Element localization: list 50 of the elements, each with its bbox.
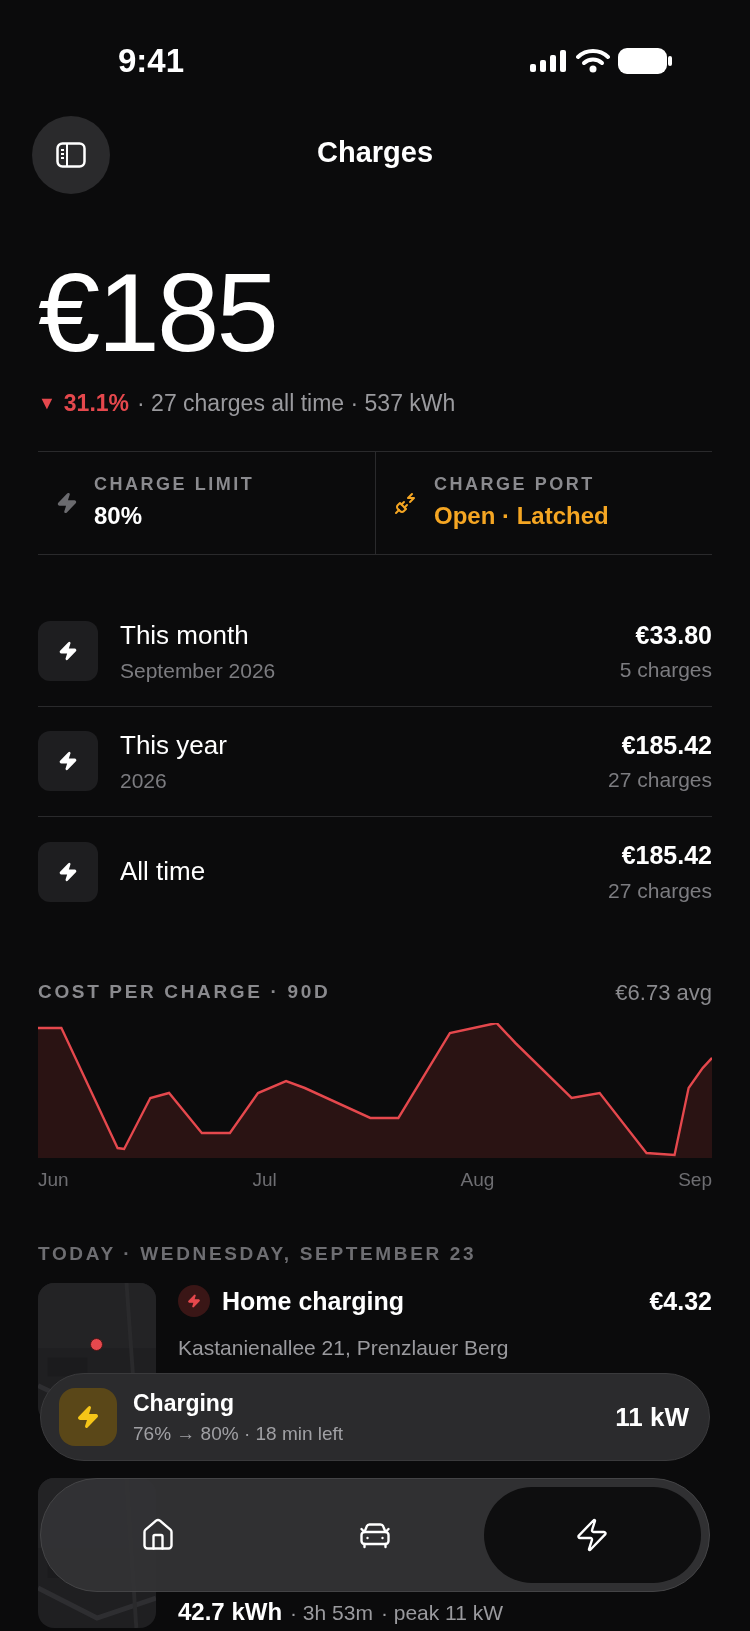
axis-label: Jul (252, 1167, 277, 1192)
chart-average: €6.73 avg (615, 978, 712, 1007)
lightning-icon (58, 751, 78, 771)
charge-amount: €4.32 (649, 1285, 712, 1317)
period-title: All time (120, 855, 207, 888)
tab[interactable] (483, 1487, 701, 1583)
trend-marker: ▼ (38, 391, 56, 415)
charging-detail: 76% → 80% · 18 min left (133, 1422, 345, 1446)
peak-value: · peak 11 kW (380, 1600, 504, 1626)
plug-icon (394, 490, 418, 515)
period-amount: €33.80 (635, 619, 712, 651)
charging-banner[interactable]: Charging 76% → 80% · 18 min left 11 kW (40, 1373, 710, 1461)
charging-title: Charging (133, 1388, 235, 1418)
energy-value: 42.7 kWh (178, 1597, 283, 1627)
page-title: Charges (316, 135, 433, 171)
lightning-icon (58, 861, 78, 882)
battery-icon (618, 48, 672, 74)
lightning-icon (58, 641, 78, 661)
period-subtitle: September 2026 (120, 657, 277, 684)
charge-title: Home charging (222, 1285, 405, 1317)
axis-label: Jun (38, 1167, 69, 1192)
total-amount: €185 (38, 249, 277, 377)
section-heading: TODAY · WEDNESDAY, SEPTEMBER 23 (38, 1242, 478, 1266)
stat-value: Open · Latched (434, 501, 609, 531)
lightning-icon (56, 491, 78, 514)
signal-icon (530, 50, 568, 72)
change-percent: 31.1% (63, 389, 130, 418)
period-amount: €185.42 (621, 840, 712, 871)
stat-value: 80% (94, 501, 144, 531)
chart-title: COST PER CHARGE · 90D (38, 979, 331, 1004)
summary-details: · 27 charges all time · 537 kWh (137, 389, 456, 418)
charging-power: 11 kW (615, 1400, 689, 1434)
duration-value: · 3h 53m (290, 1600, 373, 1626)
lightning-icon (76, 1405, 100, 1429)
sidebar-icon (56, 142, 86, 168)
status-time: 9:41 (118, 41, 185, 82)
period-title: This year (120, 728, 228, 762)
period-title: This month (120, 618, 250, 652)
charge-count: 5 charges (619, 657, 712, 683)
charge-count: 27 charges (608, 767, 712, 793)
wifi-icon (576, 49, 610, 73)
stat-label: CHARGE LIMIT (94, 473, 255, 496)
period-amount: €185.42 (621, 729, 712, 761)
charge-count: 27 charges (608, 877, 712, 904)
lightning-icon (187, 1294, 201, 1309)
axis-label: Sep (678, 1167, 712, 1192)
period-subtitle: 2026 (120, 767, 168, 794)
axis-label: Aug (460, 1167, 495, 1192)
charge-address: Kastanienallee 21, Prenzlauer Berg (178, 1335, 510, 1361)
stat-label: CHARGE PORT (434, 473, 596, 496)
